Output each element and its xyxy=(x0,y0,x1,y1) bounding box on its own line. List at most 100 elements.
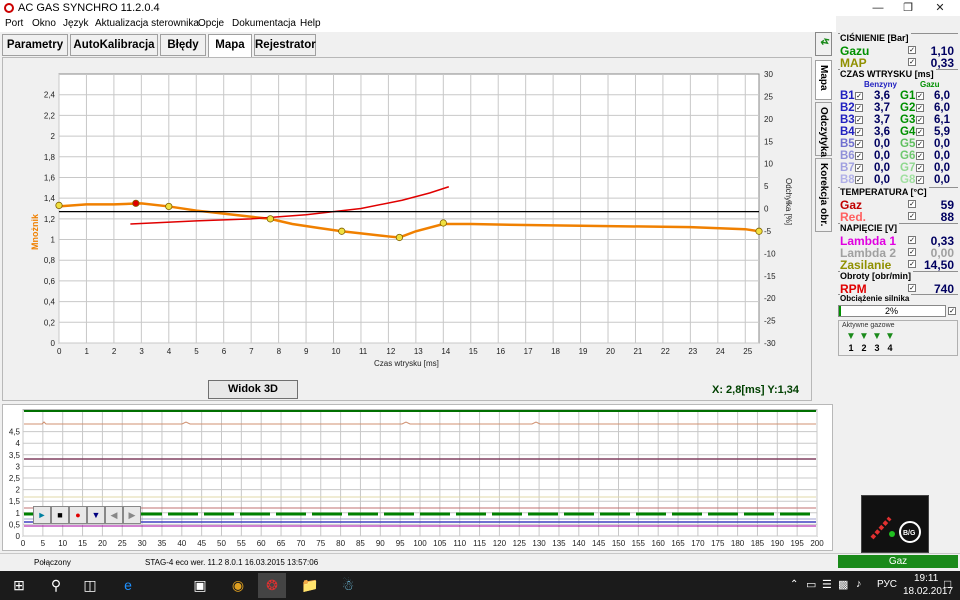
checkbox[interactable]: ✓ xyxy=(916,92,924,100)
ac-gas-app-icon[interactable]: ❂ xyxy=(258,573,286,598)
checkbox[interactable]: ✓ xyxy=(855,176,863,184)
checkbox[interactable]: ✓ xyxy=(855,116,863,124)
wifi-icon[interactable]: ☰ xyxy=(822,578,832,591)
checkbox[interactable]: ✓ xyxy=(908,212,916,220)
recorder-xtick: 85 xyxy=(356,539,365,548)
language-indicator[interactable]: РУС xyxy=(877,579,897,590)
checkbox[interactable]: ✓ xyxy=(948,307,956,315)
checkbox[interactable]: ✓ xyxy=(908,236,916,244)
checkbox[interactable]: ✓ xyxy=(855,128,863,136)
tab-mapa[interactable]: Mapa xyxy=(208,34,252,58)
task-view-icon[interactable]: ◫ xyxy=(76,573,104,598)
recorder-xtick: 115 xyxy=(473,539,486,548)
gas-injector-label: G4 xyxy=(900,126,916,138)
checkbox[interactable]: ✓ xyxy=(908,58,916,66)
checkbox[interactable]: ✓ xyxy=(908,284,916,292)
checkbox[interactable]: ✓ xyxy=(916,176,924,184)
map-point xyxy=(395,233,403,242)
title-bar: AC GAS SYNCHRO 11.2.0.4 — ❐ ✕ xyxy=(0,0,960,16)
recorder-xtick: 145 xyxy=(592,539,606,548)
checkbox[interactable]: ✓ xyxy=(916,140,924,148)
tab-parametry[interactable]: Parametry xyxy=(2,34,68,56)
map-y2tick: 5 xyxy=(764,182,769,191)
map-xtick: 24 xyxy=(716,347,725,356)
map-ytick: 0,4 xyxy=(44,298,56,307)
menu-opcje[interactable]: Opcje xyxy=(198,18,224,29)
chrome-icon[interactable]: ◉ xyxy=(224,573,252,598)
clock-time[interactable]: 19:11 xyxy=(914,573,938,584)
map-ytick: 1,4 xyxy=(44,194,56,203)
vtab-korekcja[interactable]: Korekcja obr. xyxy=(815,158,832,232)
active-injector-number: 4 xyxy=(887,343,893,353)
checkbox[interactable]: ✓ xyxy=(908,260,916,268)
recorder-ytick: 4,5 xyxy=(9,428,21,437)
recorder-xtick: 90 xyxy=(376,539,385,548)
menu-dokumentacja[interactable]: Dokumentacja xyxy=(232,18,296,29)
vtab-odczytyka[interactable]: Odczytyka xyxy=(815,102,832,157)
recorder-xtick: 55 xyxy=(237,539,246,548)
main-tabs: Parametry AutoKalibracja Błędy Mapa Reje… xyxy=(2,34,812,58)
recorder-xtick: 140 xyxy=(572,539,586,548)
checkbox[interactable]: ✓ xyxy=(916,152,924,160)
edge-icon[interactable]: e xyxy=(114,573,142,598)
checkbox[interactable]: ✓ xyxy=(908,248,916,256)
recorder-ytick: 3 xyxy=(16,462,21,471)
checkbox[interactable]: ✓ xyxy=(855,140,863,148)
checkbox[interactable]: ✓ xyxy=(916,104,924,112)
menu-help[interactable]: Help xyxy=(300,18,321,29)
file-explorer-icon[interactable]: 📁 xyxy=(296,573,324,598)
map-y2tick: -25 xyxy=(764,317,776,326)
recorder-ytick: 3,5 xyxy=(9,451,21,460)
store-icon[interactable]: ▣ xyxy=(186,573,214,598)
gas-injector-label: G7 xyxy=(900,162,916,174)
recorder-ytick: 2,5 xyxy=(9,474,21,483)
windows-start-icon[interactable]: ⊞ xyxy=(5,573,33,598)
vtab-mapa[interactable]: Mapa xyxy=(815,60,832,100)
gas-injector-label: G2 xyxy=(900,102,916,114)
map-chart[interactable]: 0 1 2 3 4 5 6 7 8 9 10 11 12 13 14 15 16 17 18 19 20 21 22 23 24… xyxy=(2,60,810,372)
active-injectors-group: Aktywne gazowe ▼ 1 ▼ 2 ▼ 3 ▼ 4 xyxy=(838,320,958,356)
menu-okno[interactable]: Okno xyxy=(32,18,56,29)
play-button[interactable]: ► xyxy=(33,506,51,524)
checkbox[interactable]: ✓ xyxy=(908,46,916,54)
prev-button[interactable]: ◀ xyxy=(105,506,123,524)
widok-3d-button[interactable]: Widok 3D xyxy=(208,380,298,399)
marker-button[interactable]: ▼ xyxy=(87,506,105,524)
battery-icon[interactable]: ▭ xyxy=(806,578,816,591)
checkbox[interactable]: ✓ xyxy=(916,164,924,172)
menu-port[interactable]: Port xyxy=(5,18,23,29)
recorder-xtick: 10 xyxy=(58,539,67,548)
map-ylabel: Mnożnik xyxy=(30,213,40,250)
checkbox[interactable]: ✓ xyxy=(855,164,863,172)
load-value: 2% xyxy=(885,306,899,316)
menu-aktualizacja[interactable]: Aktualizacja sterownika xyxy=(95,18,199,29)
recorder-xtick: 95 xyxy=(396,539,405,548)
checkbox[interactable]: ✓ xyxy=(916,128,924,136)
lightning-icon[interactable]: ↯ xyxy=(815,32,832,56)
tab-rejestrator[interactable]: Rejestrator xyxy=(254,34,316,56)
paint-icon[interactable]: ☃ xyxy=(334,573,362,598)
network-icon[interactable]: ▩ xyxy=(838,578,848,591)
maximize-button[interactable]: ❐ xyxy=(894,0,922,16)
checkbox[interactable]: ✓ xyxy=(855,152,863,160)
next-button[interactable]: ▶ xyxy=(123,506,141,524)
close-button[interactable]: ✕ xyxy=(926,0,954,16)
tab-bledy[interactable]: Błędy xyxy=(160,34,206,56)
checkbox[interactable]: ✓ xyxy=(908,200,916,208)
record-button[interactable]: ● xyxy=(69,506,87,524)
notification-icon[interactable]: □ xyxy=(944,577,951,591)
tray-arrow-icon[interactable]: ⌃ xyxy=(790,579,798,590)
volume-icon[interactable]: ♪ xyxy=(856,578,862,590)
search-icon[interactable]: ⚲ xyxy=(42,573,70,598)
recorder-chart[interactable]: 0 5 10 15 20 25 30 35 40 45 50 55 60 65 70 75 80 85 90 95 10… xyxy=(2,404,833,551)
rpm-row: RPM ✓ 740 xyxy=(838,282,958,296)
map-xtick: 8 xyxy=(277,347,282,356)
minimize-button[interactable]: — xyxy=(864,0,892,16)
injector-icon: ▼ xyxy=(885,331,895,342)
stop-button[interactable]: ■ xyxy=(51,506,69,524)
checkbox[interactable]: ✓ xyxy=(855,92,863,100)
tab-autokalibracja[interactable]: AutoKalibracja xyxy=(70,34,158,56)
menu-jezyk[interactable]: Język xyxy=(63,18,89,29)
checkbox[interactable]: ✓ xyxy=(916,116,924,124)
checkbox[interactable]: ✓ xyxy=(855,104,863,112)
